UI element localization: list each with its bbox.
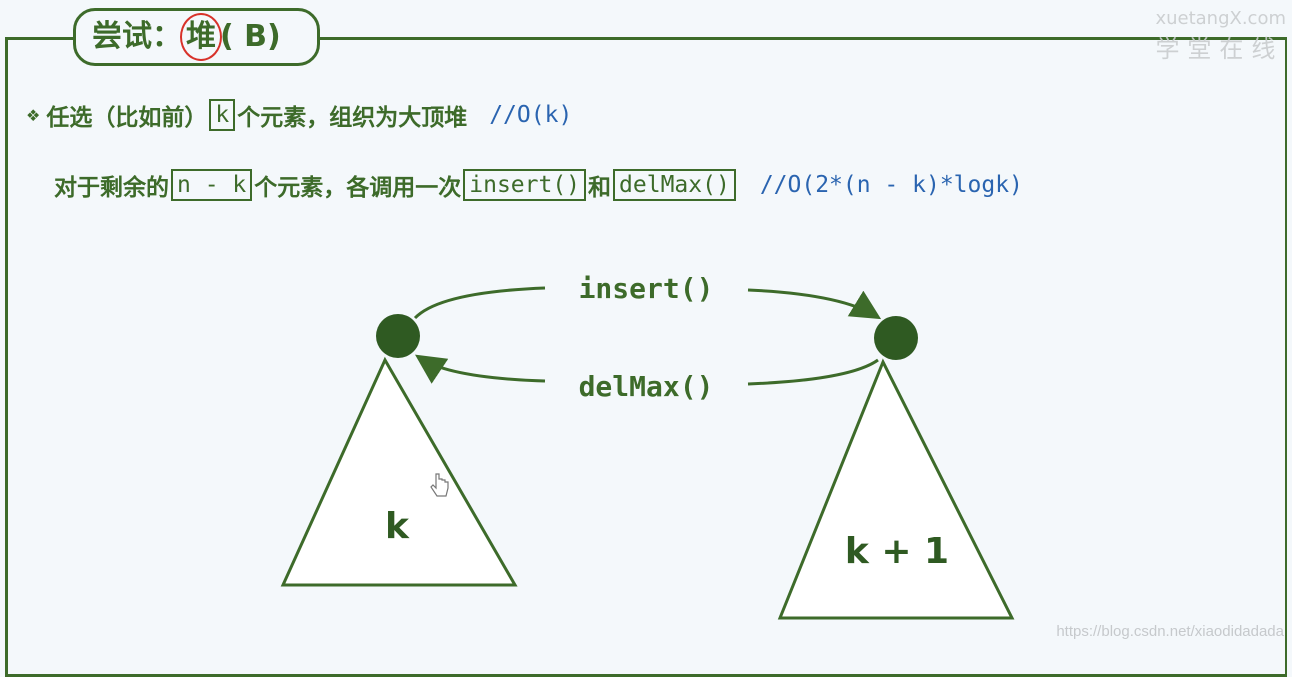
insert-label: insert() [579,272,714,305]
left-tree-label: k [385,506,410,547]
left-heap-root [376,314,420,358]
right-heap-triangle [777,358,1015,620]
insert-arrow-left [413,286,546,320]
right-tree-label: k + 1 [845,531,949,572]
delmax-label: delMax() [579,370,714,403]
insert-arrow-right [747,288,882,320]
csdn-watermark: https://blog.csdn.net/xiaodidadada [1056,623,1284,640]
heap-diagram: insert() delMax() k k + 1 [280,272,1015,620]
delmax-arrow-right [747,358,879,386]
delmax-arrow-left [415,354,546,384]
right-heap-root [874,316,918,360]
left-heap-triangle [280,356,518,587]
